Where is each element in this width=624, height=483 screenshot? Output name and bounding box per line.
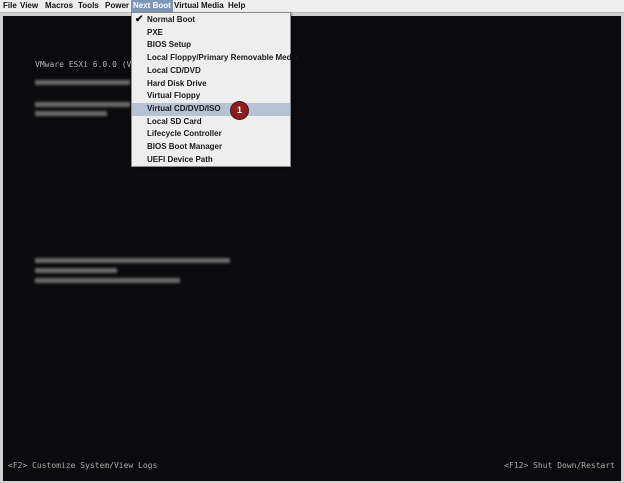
footer-customize-hint: <F2> Customize System/View Logs [8, 461, 158, 470]
boot-option-label: Local CD/DVD [147, 65, 201, 75]
boot-option-label: Virtual CD/DVD/ISO [147, 103, 221, 113]
boot-option-label: Local Floppy/Primary Removable Media [147, 53, 299, 63]
boot-option-label: Virtual Floppy [147, 91, 201, 101]
checkmark-icon: ✔ [135, 14, 144, 25]
boot-option-hard-disk[interactable]: Hard Disk Drive [132, 78, 290, 91]
boot-option-label: BIOS Setup [147, 40, 192, 50]
menu-bar: File View Macros Tools Power Next Boot V… [0, 0, 624, 13]
boot-option-label: UEFI Device Path [147, 154, 213, 164]
boot-option-label: Lifecycle Controller [147, 129, 222, 139]
callout-badge: 1 [231, 102, 248, 119]
menu-macros[interactable]: Macros [43, 0, 75, 12]
boot-option-local-sd-card[interactable]: Local SD Card [132, 116, 290, 129]
boot-option-label: Hard Disk Drive [147, 78, 207, 88]
boot-option-pxe[interactable]: PXE [132, 27, 290, 40]
boot-option-label: Normal Boot [147, 15, 195, 24]
redacted-text [35, 268, 117, 273]
boot-option-virtual-cd-dvd-iso[interactable]: Virtual CD/DVD/ISO [132, 102, 290, 116]
redacted-text [35, 278, 180, 283]
boot-option-bios-boot-manager[interactable]: BIOS Boot Manager [132, 141, 290, 154]
boot-option-label: Local SD Card [147, 116, 202, 126]
boot-option-virtual-floppy[interactable]: Virtual Floppy [132, 90, 290, 103]
footer-shutdown-hint: <F12> Shut Down/Restart [504, 461, 615, 470]
boot-option-lifecycle-controller[interactable]: Lifecycle Controller [132, 128, 290, 141]
boot-option-local-floppy[interactable]: Local Floppy/Primary Removable Media [132, 52, 298, 65]
boot-option-normal[interactable]: ✔ Normal Boot [132, 14, 290, 27]
boot-option-local-cd-dvd[interactable]: Local CD/DVD [132, 65, 290, 78]
esxi-title-text: VMware ESXi 6.0.0 (V [35, 60, 132, 69]
menu-next-boot[interactable]: Next Boot [131, 0, 173, 12]
boot-option-label: BIOS Boot Manager [147, 142, 223, 151]
redacted-text [35, 102, 130, 107]
menu-help[interactable]: Help [226, 0, 247, 12]
menu-file[interactable]: File [1, 0, 19, 12]
redacted-text [35, 258, 230, 263]
next-boot-dropdown: ✔ Normal Boot PXE BIOS Setup Local Flopp… [131, 12, 298, 167]
boot-option-uefi-device-path[interactable]: UEFI Device Path [132, 154, 290, 167]
redacted-text [35, 80, 130, 85]
menu-tools[interactable]: Tools [76, 0, 101, 12]
menu-virtual-media[interactable]: Virtual Media [172, 0, 226, 12]
boot-option-bios-setup[interactable]: BIOS Setup [132, 39, 290, 52]
menu-view[interactable]: View [18, 0, 40, 12]
boot-option-label: PXE [147, 27, 164, 37]
menu-power[interactable]: Power [103, 0, 131, 12]
remote-console-screen[interactable]: VMware ESXi 6.0.0 (V <F2> Customize Syst… [3, 16, 621, 481]
redacted-text [35, 111, 107, 116]
